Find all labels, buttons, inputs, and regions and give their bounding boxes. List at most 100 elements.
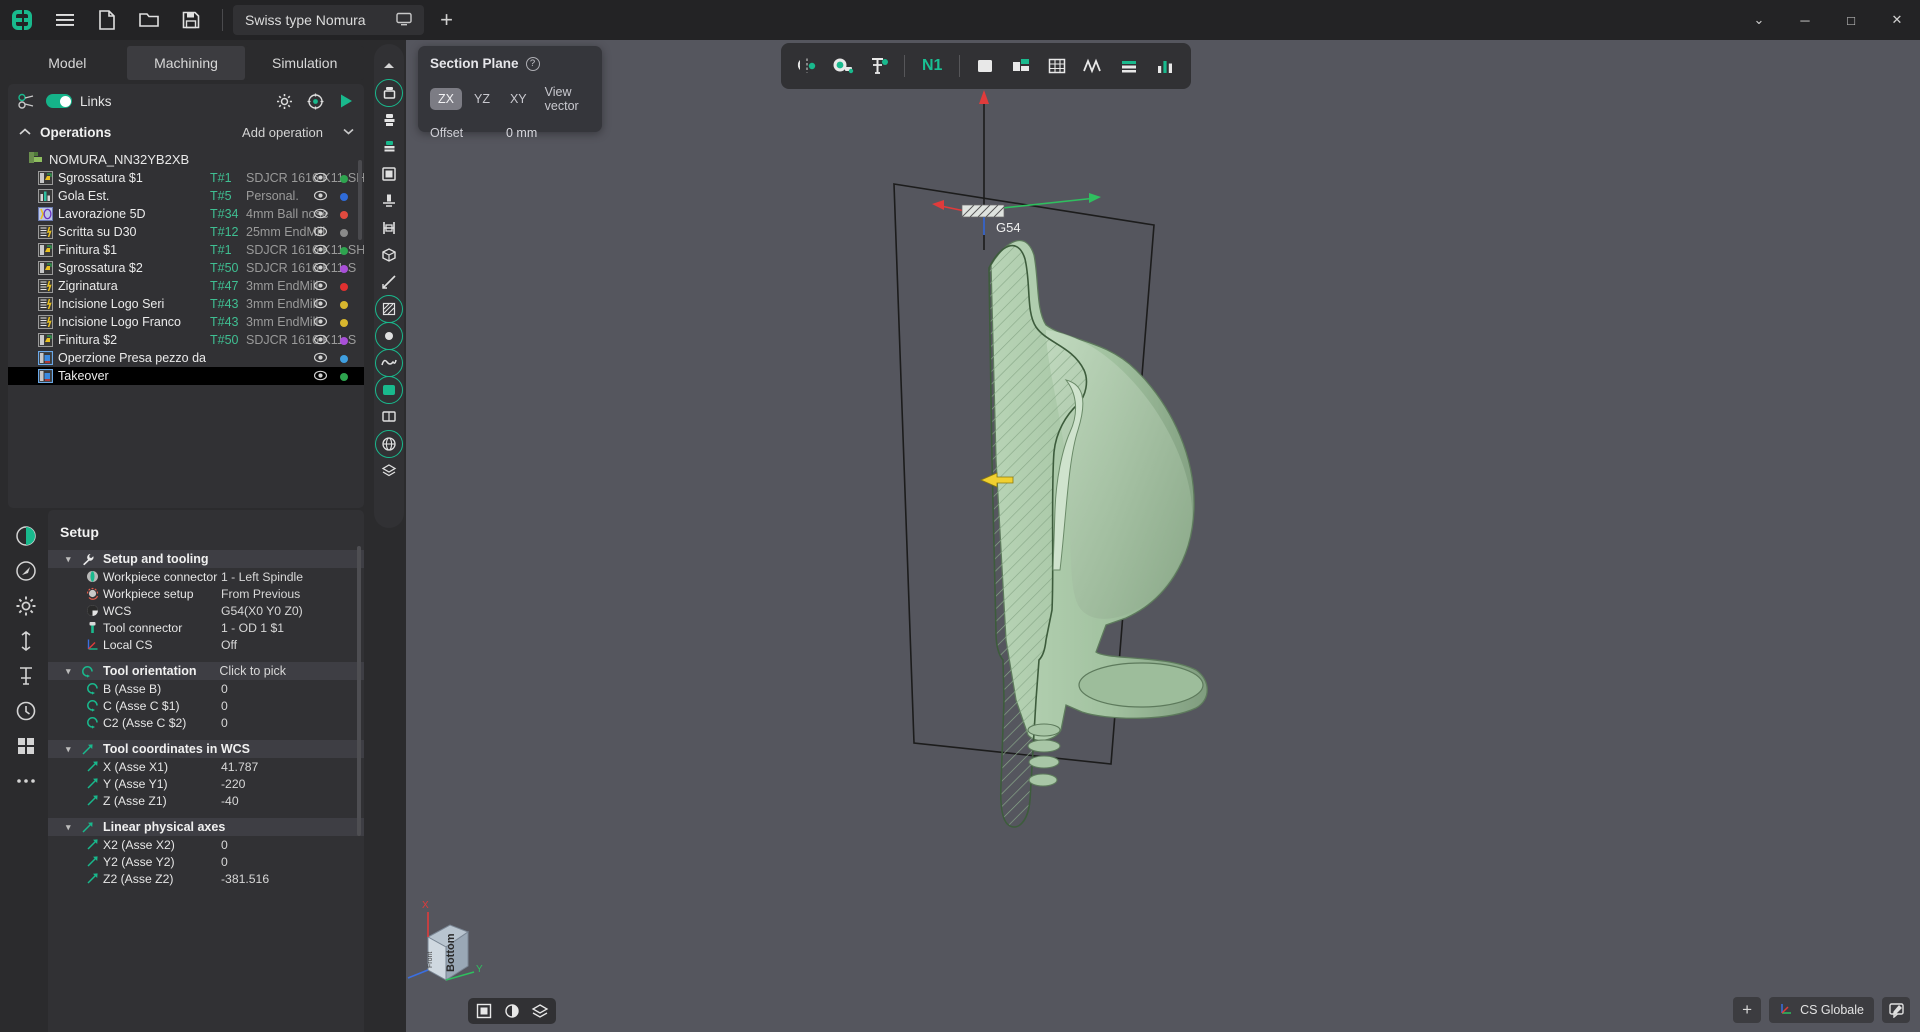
visibility-eye-icon[interactable] (314, 298, 327, 312)
chevron-down-icon[interactable]: ▾ (66, 744, 76, 755)
zoom-window-icon[interactable] (827, 49, 859, 83)
new-file-icon[interactable] (86, 0, 128, 40)
gear-icon[interactable] (276, 93, 293, 110)
setup-scrollbar[interactable] (357, 546, 361, 836)
graph-view-icon[interactable] (1077, 49, 1109, 83)
visibility-eye-icon[interactable] (314, 262, 327, 276)
fixture-icon[interactable] (375, 214, 403, 241)
setup-property-row[interactable]: Workpiece setupFrom Previous (48, 585, 364, 602)
caliper-measure-icon[interactable] (863, 49, 895, 83)
globe-icon[interactable] (375, 430, 403, 457)
setup-property-row[interactable]: Z2 (Asse Z2)-381.516 (48, 870, 364, 887)
visibility-eye-icon[interactable] (314, 370, 327, 384)
stack-view-icon[interactable] (1113, 49, 1145, 83)
chevron-down-icon[interactable]: ▾ (66, 666, 76, 677)
bars-view-icon[interactable] (1149, 49, 1181, 83)
book-icon[interactable] (375, 403, 403, 430)
add-operation-button[interactable]: Add operation (242, 125, 323, 140)
open-folder-icon[interactable] (128, 0, 170, 40)
magnet-snap-icon[interactable] (791, 49, 823, 83)
palette-icon[interactable] (8, 518, 44, 553)
tool-length-icon[interactable] (375, 187, 403, 214)
view-vector-button[interactable]: View vector (539, 81, 590, 117)
visibility-eye-icon[interactable] (314, 190, 327, 204)
chevron-down-icon[interactable]: ▾ (66, 822, 76, 833)
hamburger-menu-icon[interactable] (44, 0, 86, 40)
setup-property-row[interactable]: Tool connector1 - OD 1 $1 (48, 619, 364, 636)
fit-view-icon[interactable] (474, 1001, 494, 1021)
hatch-section-icon[interactable] (375, 295, 403, 322)
solid-view-icon[interactable] (969, 49, 1001, 83)
setup-group-header[interactable]: ▾Setup and tooling (48, 550, 364, 568)
add-tab-button[interactable]: + (432, 5, 462, 35)
help-icon[interactable]: ? (526, 57, 540, 71)
layers-view-icon[interactable] (530, 1001, 550, 1021)
operation-row[interactable]: Gola Est.T#5Personal. (8, 187, 364, 205)
machine-view-icon[interactable] (1005, 49, 1037, 83)
operation-row[interactable]: Scritta su D30T#1225mm EndMill (8, 223, 364, 241)
tab-simulation[interactable]: Simulation (245, 46, 364, 80)
setup-property-row[interactable]: Z (Asse Z1)-40 (48, 792, 364, 809)
orientation-triad[interactable]: Bottom Front X Y (406, 892, 526, 1002)
visibility-eye-icon[interactable] (314, 244, 327, 258)
operation-row[interactable]: ZigrinaturaT#473mm EndMill (8, 277, 364, 295)
play-icon[interactable] (338, 93, 354, 109)
viewport-3d[interactable]: G54 Section Plane ? ZX YZ XY View vector… (406, 40, 1920, 1032)
setup-property-row[interactable]: WCSG54(X0 Y0 Z0) (48, 602, 364, 619)
section-mode-yz[interactable]: YZ (466, 88, 498, 110)
stock-base-icon[interactable] (375, 106, 403, 133)
annotate-icon[interactable] (1882, 997, 1910, 1023)
tool-path-icon[interactable] (375, 160, 403, 187)
clock-icon[interactable] (8, 693, 44, 728)
tab-machining[interactable]: Machining (127, 46, 246, 80)
coordinate-system-selector[interactable]: CS Globale (1769, 997, 1874, 1023)
operation-row[interactable]: Operzione Presa pezzo da ... (8, 349, 364, 367)
tab-model[interactable]: Model (8, 46, 127, 80)
setup-property-row[interactable]: X (Asse X1)41.787 (48, 758, 364, 775)
active-program-label[interactable]: N1 (914, 57, 950, 75)
solid-green-icon[interactable] (375, 376, 403, 403)
gear-settings-icon[interactable] (8, 588, 44, 623)
operation-row[interactable]: Takeover (8, 367, 364, 385)
layers-icon[interactable] (375, 457, 403, 484)
setup-property-row[interactable]: C2 (Asse C $2)0 (48, 714, 364, 731)
measure-vertical-icon[interactable] (8, 623, 44, 658)
operation-row[interactable]: Finitura $2T#50SDJCR 1616 K11-S (8, 331, 364, 349)
operation-row[interactable]: Incisione Logo SeriT#433mm EndMill (8, 295, 364, 313)
setup-property-row[interactable]: Y (Asse Y1)-220 (48, 775, 364, 792)
setup-property-row[interactable]: Workpiece connector1 - Left Spindle (48, 568, 364, 585)
wave-icon[interactable] (375, 349, 403, 376)
section-mode-xy[interactable]: XY (502, 88, 535, 110)
operation-row[interactable]: Finitura $1T#1SDJCR 1616 K11-SH (8, 241, 364, 259)
operation-row[interactable]: Sgrossatura $2T#50SDJCR 1616 K11-S (8, 259, 364, 277)
add-view-button[interactable]: + (1733, 997, 1761, 1023)
table-view-icon[interactable] (1041, 49, 1073, 83)
setup-property-row[interactable]: B (Asse B)0 (48, 680, 364, 697)
visibility-eye-icon[interactable] (314, 208, 327, 222)
window-minimize-button[interactable]: ─ (1782, 0, 1828, 40)
collapse-up-icon[interactable] (375, 52, 403, 79)
visibility-eye-icon[interactable] (314, 334, 327, 348)
operation-row[interactable]: Lavorazione 5DT#344mm Ball nose (8, 205, 364, 223)
compass-icon[interactable] (8, 553, 44, 588)
visibility-eye-icon[interactable] (314, 316, 327, 330)
more-dots-icon[interactable] (8, 763, 44, 798)
setup-property-row[interactable]: Y2 (Asse Y2)0 (48, 853, 364, 870)
window-close-button[interactable]: ✕ (1874, 0, 1920, 40)
window-more-button[interactable]: ⌄ (1736, 0, 1782, 40)
setup-group-header[interactable]: ▾Tool coordinates in WCS (48, 740, 364, 758)
setup-property-row[interactable]: C (Asse C $1)0 (48, 697, 364, 714)
box-outline-icon[interactable] (375, 241, 403, 268)
visibility-eye-icon[interactable] (314, 226, 327, 240)
setup-group-header[interactable]: ▾Tool orientationClick to pick (48, 662, 364, 680)
setup-property-row[interactable]: X2 (Asse X2)0 (48, 836, 364, 853)
chevron-down-icon[interactable] (343, 127, 354, 138)
operations-scrollbar[interactable] (358, 160, 362, 240)
operations-root-row[interactable]: NOMURA_NN32YB2XB (8, 150, 364, 169)
caliper-icon[interactable] (8, 658, 44, 693)
operation-row[interactable]: Incisione Logo FrancoT#433mm EndMill (8, 313, 364, 331)
chevron-up-icon[interactable] (18, 128, 32, 136)
stock-green-icon[interactable] (375, 133, 403, 160)
target-icon[interactable] (307, 93, 324, 110)
visibility-eye-icon[interactable] (314, 172, 327, 186)
